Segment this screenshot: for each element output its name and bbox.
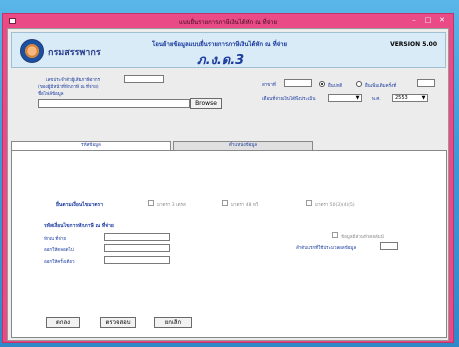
filename-input[interactable] [38,99,190,108]
tab-data-position[interactable]: ตำแหน่งข้อมูล [173,141,313,150]
minimize-icon[interactable]: – [409,16,419,25]
radio-regular-label: ยื่นปกติ [328,84,343,89]
radio-additional-label: ยื่นเพิ่มเติมครั้งที่ [365,84,397,89]
radio-additional[interactable] [356,81,362,87]
branch-input[interactable] [284,79,312,87]
department-name: กรมสรรพากร [48,48,101,58]
taxid-input[interactable] [124,75,164,83]
branch-label: สาขาที่ [262,83,276,88]
tab-panel: ยื่นตามเงื่อนไขมาตรา มาตรา 3 เตรส มาตรา … [11,150,447,338]
title-bar: แบบยื่นรายการภาษีเงินได้หัก ณ ที่จ่าย – … [3,14,453,27]
year-label: พ.ศ. [372,97,381,102]
radio-regular[interactable] [319,81,325,87]
check-button[interactable]: ตรวจสอบ [100,317,136,328]
version-label: VERSION 5.00 [390,41,437,48]
withhold-input[interactable] [104,233,170,241]
taxid-note: (ของผู้มีหน้าที่หักภาษี ณ ที่จ่าย) [38,85,99,90]
has-header-label: ข้อมูลมีส่วนหัวคอลัมน์ [341,235,384,240]
section-48-label: มาตรา 48 ทวิ [231,203,259,208]
window-title: แบบยื่นรายการภาษีเงินได้หัก ณ ที่จ่าย [178,19,278,26]
header-banner: กรมสรรพากร โอนย้ายข้อมูลแบบยื่นรายการภาษ… [11,32,446,68]
start-row-input[interactable] [380,242,398,250]
main-form: กรมสรรพากร โอนย้ายข้อมูลแบบยื่นรายการภาษ… [7,28,449,341]
month-select[interactable]: ▼ [328,94,362,102]
section-48-checkbox[interactable] [222,200,228,206]
chevron-down-icon: ▼ [355,95,360,101]
section-50-checkbox[interactable] [306,200,312,206]
ok-button[interactable]: ตกลง [46,317,80,328]
pay-always-input[interactable] [104,244,170,252]
pay-once-label: ออกให้ครั้งเดียว [44,260,75,265]
year-value: 2553 [395,95,408,101]
maximize-icon[interactable]: □ [423,16,433,25]
section-50-label: มาตรา 50(3)(4)(5) [315,203,355,208]
chevron-down-icon: ▼ [421,95,426,101]
filename-label: ชื่อไฟล์ข้อมูล [38,92,64,97]
pay-once-input[interactable] [104,256,170,264]
form-code: ภ.ง.ด.3 [197,53,245,68]
close-icon[interactable]: ✕ [435,16,449,25]
withhold-label: หักณ ที่จ่าย [44,237,67,242]
browse-button[interactable]: Browse [190,98,222,109]
tab-strip: รหัสข้อมูล ตำแหน่งข้อมูล [11,141,447,150]
has-header-checkbox[interactable] [332,232,338,238]
condition-label: ยื่นตามเงื่อนไขมาตรา [56,202,104,208]
pay-always-label: ออกให้ตลอดไป [44,248,74,253]
revenue-department-seal-icon [20,39,44,63]
app-window: แบบยื่นรายการภาษีเงินได้หัก ณ ที่จ่าย – … [2,13,454,343]
form-subtitle: โอนย้ายข้อมูลแบบยื่นรายการภาษีเงินได้หัก… [152,41,288,48]
cancel-button[interactable]: ยกเลิก [154,317,192,328]
taxid-label: เลขประจำตัวผู้เสียภาษีอากร [46,78,101,83]
additional-count-input[interactable] [417,79,435,87]
start-row-label: ลำดับแรกที่ใช้ประมวลผลข้อมูล [296,246,357,251]
withholding-title: รหัสเงื่อนไขการหักภาษี ณ ที่จ่าย [44,223,114,229]
period-label: เดือนที่จ่ายเงินได้พึงประเมิน [262,97,316,102]
section-3tredecim-label: มาตรา 3 เตรส [157,203,186,208]
section-3tredecim-checkbox[interactable] [148,200,154,206]
year-select[interactable]: 2553 ▼ [392,94,428,102]
tab-data-code[interactable]: รหัสข้อมูล [11,141,171,150]
